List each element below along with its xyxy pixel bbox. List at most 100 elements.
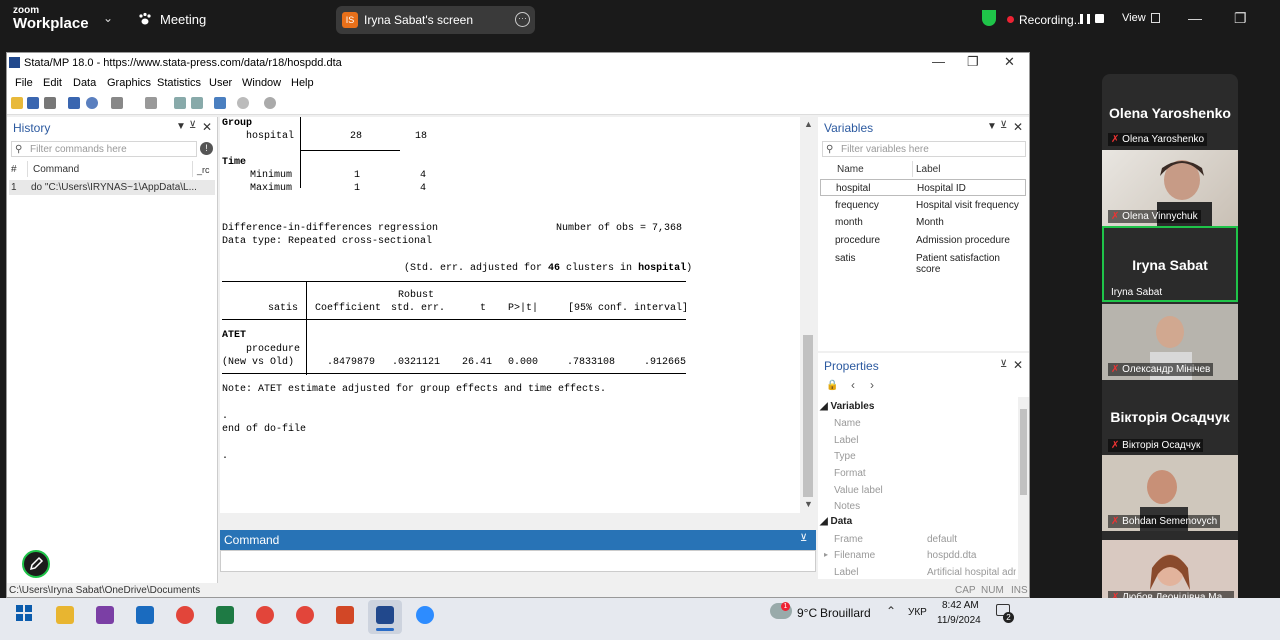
presenter-badge: IS — [342, 12, 358, 28]
chevron-down-icon[interactable]: ⌄ — [103, 11, 113, 25]
properties-sec-variables[interactable]: ◢ Variables — [820, 401, 874, 412]
properties-close-icon[interactable]: ✕ — [1013, 358, 1023, 372]
view-grid-icon[interactable] — [1151, 13, 1160, 23]
weather-temp[interactable]: 9°C — [797, 606, 817, 620]
results-scrollbar[interactable]: ▲ ▼ — [800, 117, 816, 513]
menu-user[interactable]: User — [209, 77, 232, 89]
menu-help[interactable]: Help — [291, 77, 314, 89]
variables-pin-icon[interactable]: ⊻ — [1000, 120, 1007, 131]
info-icon[interactable]: ! — [200, 142, 213, 155]
windows-start-icon[interactable] — [16, 605, 32, 621]
prop-row[interactable]: ▸ Filename hospdd.dta — [820, 548, 1016, 564]
powerpoint-icon[interactable] — [336, 606, 354, 624]
variable-row-satis[interactable]: satis Patient satisfaction score — [820, 250, 1026, 275]
menu-graphics[interactable]: Graphics — [107, 77, 151, 89]
language-indicator[interactable]: УКР — [908, 607, 927, 618]
prop-row[interactable]: Value label — [820, 483, 1016, 499]
chrome-icon[interactable] — [176, 606, 194, 624]
variables-close-icon[interactable]: ✕ — [1013, 120, 1023, 134]
command-input[interactable] — [220, 550, 816, 572]
variable-row-frequency[interactable]: frequency Hospital visit frequency — [820, 197, 1026, 214]
close-icon[interactable]: ✕ — [202, 120, 212, 134]
variables-manager-icon[interactable] — [214, 97, 226, 109]
variable-row-hospital[interactable]: hospital Hospital ID — [820, 179, 1026, 196]
annotate-pen-button[interactable] — [22, 550, 50, 578]
variables-col-label[interactable]: Label — [916, 164, 940, 175]
open-icon[interactable] — [11, 97, 23, 109]
prop-row[interactable]: Label — [820, 433, 1016, 449]
menu-file[interactable]: File — [15, 77, 33, 89]
prop-row[interactable]: Frame default — [820, 532, 1016, 548]
window-minimize-button[interactable]: — — [932, 54, 945, 69]
history-col-command[interactable]: Command — [33, 164, 79, 175]
res-hospital: hospital — [246, 131, 295, 142]
data-editor-icon[interactable] — [174, 97, 186, 109]
properties-sec-data[interactable]: ◢ Data — [820, 516, 852, 527]
restore-icon[interactable]: ❐ — [1234, 10, 1247, 27]
properties-scrollbar[interactable] — [1018, 397, 1029, 579]
prop-row[interactable]: Format — [820, 466, 1016, 482]
meeting-label[interactable]: Meeting — [160, 12, 206, 27]
stop-recording-button[interactable] — [1095, 14, 1104, 23]
save-icon[interactable] — [27, 97, 39, 109]
menu-data[interactable]: Data — [73, 77, 96, 89]
clock-time[interactable]: 8:42 AM — [942, 600, 979, 611]
excel-icon[interactable] — [216, 606, 234, 624]
window-close-button[interactable]: ✕ — [1004, 54, 1015, 70]
outlook-icon[interactable] — [136, 606, 154, 624]
command-pin-icon[interactable]: ⊻ — [800, 533, 807, 544]
history-col-num[interactable]: # — [11, 164, 17, 175]
file-explorer-icon[interactable] — [56, 606, 74, 624]
menu-window[interactable]: Window — [242, 77, 281, 89]
variables-col-name[interactable]: Name — [837, 164, 864, 175]
viewer-icon[interactable] — [86, 97, 98, 109]
zoom-taskbar-icon[interactable] — [416, 606, 434, 624]
prop-row[interactable]: Type — [820, 449, 1016, 465]
print-icon[interactable] — [44, 97, 56, 109]
onenote-icon[interactable] — [96, 606, 114, 624]
variable-row-procedure[interactable]: procedure Admission procedure — [820, 232, 1026, 249]
do-file-editor-icon[interactable] — [145, 97, 157, 109]
view-button[interactable]: View — [1122, 12, 1146, 24]
properties-scroll-thumb[interactable] — [1020, 409, 1027, 495]
stata-window: Stata/MP 18.0 - https://www.stata-press.… — [6, 52, 1030, 598]
pin-icon[interactable]: ⊻ — [189, 120, 196, 131]
graph-icon[interactable] — [111, 97, 123, 109]
variables-filter-input[interactable]: ⚲ Filter variables here — [822, 141, 1026, 157]
stata-taskbar-icon[interactable] — [376, 606, 394, 624]
more-icon[interactable] — [237, 97, 249, 109]
window-restore-button[interactable]: ❐ — [967, 54, 979, 70]
weather-text[interactable]: Brouillard — [820, 606, 871, 620]
minimize-icon[interactable]: — — [1188, 10, 1202, 26]
history-col-rc[interactable]: _rc — [197, 165, 210, 175]
variables-filter-icon[interactable]: ▼ — [987, 121, 997, 132]
results-scroll-thumb[interactable] — [803, 335, 813, 497]
data-browser-icon[interactable] — [191, 97, 203, 109]
chrome-icon-2[interactable] — [256, 606, 274, 624]
variables-filter-placeholder: Filter variables here — [841, 144, 929, 155]
forward-icon[interactable]: › — [870, 378, 874, 392]
menu-edit[interactable]: Edit — [43, 77, 62, 89]
security-shield-icon[interactable] — [982, 10, 996, 26]
prop-row[interactable]: Notes — [820, 499, 1016, 515]
history-filter-input[interactable]: ⚲ Filter commands here — [11, 141, 197, 157]
clock-date[interactable]: 11/9/2024 — [937, 615, 981, 626]
res-did-title: Difference-in-differences regression — [222, 223, 439, 234]
filter-icon[interactable]: ▼ — [176, 121, 186, 132]
screen-share-pill[interactable]: IS Iryna Sabat's screen ··· — [336, 6, 535, 34]
variable-row-month[interactable]: month Month — [820, 214, 1026, 231]
status-ins: INS — [1011, 585, 1028, 596]
prop-row[interactable]: Label Artificial hospital adm — [820, 565, 1016, 581]
lock-icon[interactable]: 🔒 — [826, 380, 838, 391]
break-icon[interactable] — [264, 97, 276, 109]
chevron-up-icon[interactable]: ⌃ — [886, 604, 896, 618]
log-icon[interactable] — [68, 97, 80, 109]
back-icon[interactable]: ‹ — [851, 378, 855, 392]
pause-recording-button[interactable] — [1080, 14, 1090, 24]
chrome-icon-3[interactable] — [296, 606, 314, 624]
menu-statistics[interactable]: Statistics — [157, 77, 201, 89]
more-options-icon[interactable]: ··· — [515, 12, 530, 27]
properties-pin-icon[interactable]: ⊻ — [1000, 359, 1007, 370]
history-row[interactable]: 1 do "C:\Users\IRYNAS~1\AppData\L... — [9, 180, 215, 195]
prop-row[interactable]: Name — [820, 416, 1016, 432]
